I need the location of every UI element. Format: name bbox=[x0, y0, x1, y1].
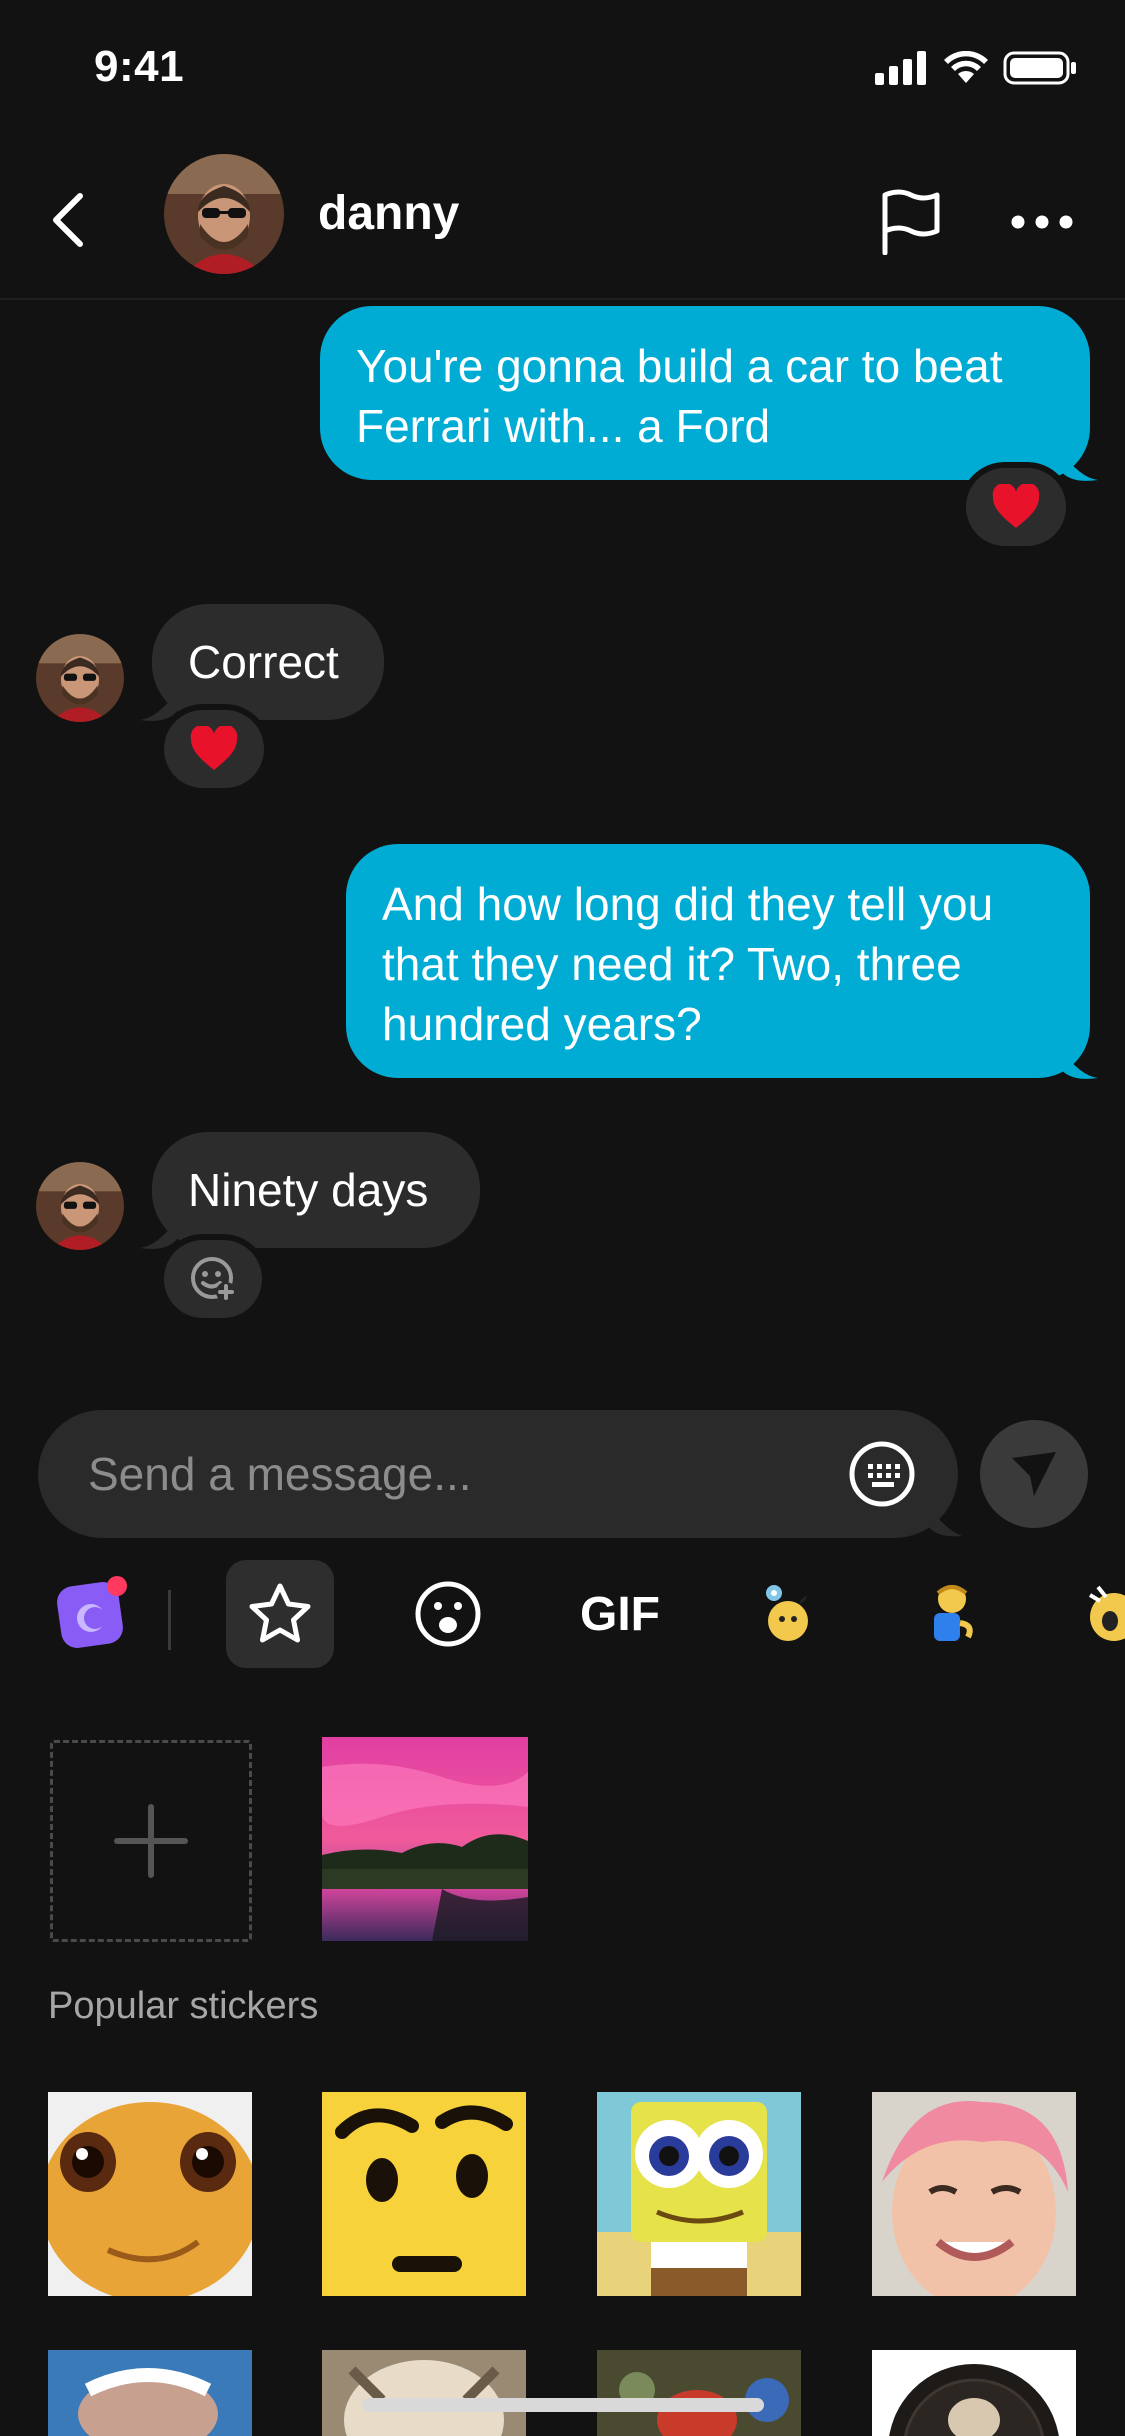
battery-icon bbox=[1003, 51, 1076, 85]
bubble-tail bbox=[1060, 1048, 1098, 1079]
flag-icon bbox=[882, 189, 940, 255]
tab-avatar-sticker[interactable] bbox=[48, 1560, 138, 1668]
message-reaction[interactable] bbox=[158, 704, 270, 794]
add-sticker-button[interactable] bbox=[50, 1740, 252, 1942]
cellular-signal-icon bbox=[875, 51, 926, 85]
sticker-item[interactable] bbox=[48, 2350, 252, 2436]
message-input[interactable] bbox=[88, 1440, 828, 1508]
sticker-item[interactable] bbox=[597, 2092, 801, 2296]
more-options-button[interactable] bbox=[1000, 182, 1084, 262]
emoji-icon bbox=[415, 1581, 481, 1647]
send-icon bbox=[1012, 1452, 1056, 1496]
heart-icon bbox=[190, 726, 238, 770]
more-horizontal-icon bbox=[1011, 215, 1073, 229]
gif-label: GIF bbox=[580, 1587, 660, 1641]
incoming-message[interactable]: Correct bbox=[152, 604, 384, 720]
sticker-item[interactable] bbox=[48, 2092, 252, 2296]
tab-gif[interactable]: GIF bbox=[560, 1560, 680, 1668]
composer-tail bbox=[928, 1506, 962, 1537]
sticker-item[interactable] bbox=[872, 2092, 1076, 2296]
message-reaction[interactable] bbox=[960, 462, 1072, 552]
message-text: Ninety days bbox=[188, 1164, 429, 1216]
bubble-tail bbox=[1060, 450, 1098, 481]
tab-favorites[interactable] bbox=[226, 1560, 334, 1668]
chevron-left-icon bbox=[53, 193, 83, 247]
avatar-sticker-icon bbox=[57, 1576, 127, 1648]
sticker-pack-3-icon bbox=[1088, 1585, 1125, 1641]
tab-sticker-pack-1[interactable] bbox=[740, 1560, 830, 1668]
status-bar: 9:41 bbox=[0, 0, 1125, 140]
tab-sticker-pack-3[interactable] bbox=[1080, 1560, 1125, 1668]
star-icon bbox=[249, 1583, 311, 1643]
message-text: Correct bbox=[188, 636, 339, 688]
send-button[interactable] bbox=[980, 1420, 1088, 1528]
home-indicator[interactable] bbox=[362, 2398, 764, 2412]
message-text: You're gonna build a car to beat Ferrari… bbox=[356, 340, 1003, 452]
message-avatar[interactable] bbox=[36, 634, 124, 722]
sticker-item[interactable] bbox=[322, 2350, 526, 2436]
tab-divider bbox=[168, 1590, 171, 1650]
keyboard-icon[interactable] bbox=[848, 1440, 916, 1508]
report-button[interactable] bbox=[870, 182, 950, 262]
outgoing-message[interactable]: And how long did they tell you that they… bbox=[346, 844, 1090, 1078]
sticker-item[interactable] bbox=[597, 2350, 801, 2436]
wifi-icon bbox=[944, 51, 988, 83]
incoming-message[interactable]: Ninety days bbox=[152, 1132, 480, 1248]
saved-sticker-sunset[interactable] bbox=[322, 1737, 528, 1941]
sticker-item[interactable] bbox=[872, 2350, 1076, 2436]
add-reaction-icon bbox=[191, 1257, 236, 1302]
status-icons bbox=[875, 50, 1077, 86]
status-time: 9:41 bbox=[94, 42, 185, 91]
popular-stickers-title: Popular stickers bbox=[48, 1985, 319, 2027]
contact-avatar[interactable] bbox=[164, 154, 284, 274]
tab-sticker-pack-2[interactable] bbox=[906, 1560, 996, 1668]
chat-header: danny bbox=[0, 140, 1125, 300]
heart-icon bbox=[992, 484, 1040, 528]
plus-icon bbox=[114, 1804, 188, 1878]
sticker-tabbar: GIF bbox=[0, 1560, 1125, 1676]
sticker-item[interactable] bbox=[322, 2092, 526, 2296]
message-composer bbox=[38, 1410, 958, 1538]
outgoing-message[interactable]: You're gonna build a car to beat Ferrari… bbox=[320, 306, 1090, 480]
sticker-pack-2-icon bbox=[934, 1585, 973, 1641]
add-reaction-button[interactable] bbox=[158, 1234, 268, 1324]
message-avatar[interactable] bbox=[36, 1162, 124, 1250]
back-button[interactable] bbox=[36, 180, 100, 260]
tab-emoji[interactable] bbox=[404, 1560, 492, 1668]
sticker-pack-1-icon bbox=[766, 1585, 808, 1641]
contact-name[interactable]: danny bbox=[318, 186, 459, 241]
message-text: And how long did they tell you that they… bbox=[382, 878, 994, 1050]
